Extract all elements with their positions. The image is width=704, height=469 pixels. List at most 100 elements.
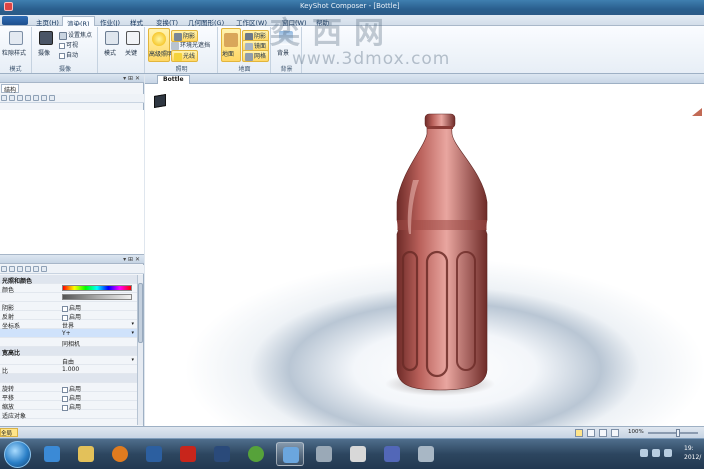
property-section: 宽高比 [0, 347, 137, 357]
property-value[interactable]: Y+ [62, 330, 71, 337]
start-button[interactable] [4, 441, 31, 468]
pin-icon[interactable]: ▾ ⊞ ✕ [123, 75, 140, 82]
property-row[interactable]: 平移 启用 [0, 392, 137, 402]
tab-home[interactable]: 主页(H) [32, 16, 63, 27]
tool-icon[interactable] [9, 95, 15, 101]
ambient-occlusion-toggle[interactable]: 环境光遮挡 [171, 40, 210, 50]
taskbar-chat[interactable] [242, 442, 270, 466]
chevron-down-icon[interactable]: ▾ [131, 321, 134, 327]
tool-icon[interactable] [1, 266, 7, 272]
property-row[interactable]: 颜色 [0, 284, 137, 294]
group-label: 地面 [238, 66, 251, 73]
taskbar-keyshot[interactable] [276, 442, 304, 466]
status-icon-grid[interactable] [599, 429, 607, 437]
auto-checkbox[interactable]: 自动 [59, 50, 78, 59]
tool-icon[interactable] [41, 266, 47, 272]
occlusion-icon [171, 41, 179, 50]
property-row[interactable] [0, 293, 137, 302]
chevron-down-icon[interactable]: ▾ [131, 330, 134, 336]
tab-geometry[interactable]: 几何图形(G) [184, 16, 228, 27]
tab-style[interactable]: 样式 [126, 16, 147, 27]
camera-button[interactable]: 摄像 [38, 48, 50, 57]
ie-icon [44, 446, 60, 462]
light-toggle[interactable]: 光线 [171, 50, 199, 62]
tab-structure[interactable]: 结构 [1, 84, 20, 94]
grid-label: 网格 [254, 53, 267, 60]
zoom-slider-thumb[interactable] [676, 429, 680, 437]
tool-icon[interactable] [33, 266, 39, 272]
property-row[interactable]: 同相机 [0, 338, 137, 348]
taskbar-pdf[interactable] [174, 442, 202, 466]
tab-transform[interactable]: 变换(T) [152, 16, 182, 27]
app-icon[interactable] [4, 2, 13, 11]
tray-icon[interactable] [652, 449, 660, 457]
tool-icon[interactable] [41, 95, 47, 101]
scene-tree[interactable] [0, 110, 144, 255]
taskbar-app3[interactable] [378, 442, 406, 466]
property-row[interactable]: 缩放 启用 [0, 401, 137, 411]
grid-toggle[interactable]: 网格 [242, 50, 270, 62]
taskbar-photoshop[interactable] [208, 442, 236, 466]
tool-icon[interactable] [9, 266, 15, 272]
property-section [0, 374, 137, 383]
property-row[interactable]: 自由 ▾ [0, 356, 137, 366]
display-style-button[interactable]: 粒隙样式 [2, 48, 26, 57]
tool-icon[interactable] [25, 95, 31, 101]
application-menu-button[interactable] [2, 16, 28, 25]
keyframe-button[interactable]: 关键 [125, 48, 137, 57]
tool-icon[interactable] [1, 95, 7, 101]
pin-icon[interactable]: ▾ ⊞ ✕ [123, 256, 140, 263]
tool-icon[interactable] [49, 95, 55, 101]
visible-checkbox[interactable]: 可视 [59, 40, 78, 49]
tool-icon[interactable] [33, 95, 39, 101]
property-row[interactable]: 适应对象 [0, 410, 137, 420]
property-key: 适应对象 [2, 413, 27, 420]
ribbon-group-ground: 地面 阴影 镜面 网格 地面 [219, 27, 271, 73]
property-row[interactable]: 反射 启用 [0, 311, 137, 321]
status-icon-select[interactable] [575, 429, 583, 437]
ground-shadow-label: 阴影 [254, 33, 267, 40]
left-panel: ▾ ⊞ ✕ 结构 ▾ ⊞ ✕ 光照和颜色 颜色阴影 启用 反射 启用 坐标系 世界 ▾ Y+ ▾ 同… [0, 74, 144, 426]
clock[interactable]: 19: 2012/ [684, 444, 701, 462]
taskbar-media[interactable] [106, 442, 134, 466]
tool-icon[interactable] [17, 266, 23, 272]
taskbar-app4[interactable] [412, 442, 440, 466]
status-icon-move[interactable] [587, 429, 595, 437]
zoom-slider[interactable] [648, 429, 698, 437]
property-section: 光照和颜色 [0, 275, 137, 285]
tab-job[interactable]: 作业(J) [96, 16, 124, 27]
taskbar: 19: 2012/ [0, 438, 704, 469]
3d-viewport[interactable] [145, 84, 704, 426]
tool-icon[interactable] [25, 266, 31, 272]
property-value[interactable]: 1.000 [62, 366, 79, 373]
property-row[interactable]: 旋转 启用 [0, 383, 137, 393]
property-row[interactable]: Y+ ▾ [0, 329, 137, 338]
scrollbar-thumb[interactable] [138, 283, 143, 343]
set-focus-button[interactable]: 设置焦点 [59, 30, 92, 40]
properties-scrollbar[interactable] [137, 275, 143, 425]
property-row[interactable]: 阴影 启用 [0, 302, 137, 312]
status-left-indicator[interactable]: 全局 [0, 428, 18, 437]
tray-icon[interactable] [640, 449, 648, 457]
tree-panel-header: ▾ ⊞ ✕ [0, 74, 144, 83]
tool-icon[interactable] [17, 95, 23, 101]
taskbar-explorer[interactable] [72, 442, 100, 466]
taskbar-app[interactable] [140, 442, 168, 466]
property-row[interactable]: 坐标系 世界 ▾ [0, 320, 137, 330]
bottle-render [385, 113, 495, 396]
bottle-neck-ring [427, 126, 453, 129]
gray-gradient-picker[interactable] [62, 294, 132, 300]
taskbar-tool[interactable] [310, 442, 338, 466]
status-icon-view[interactable] [611, 429, 619, 437]
chevron-down-icon[interactable]: ▾ [131, 357, 134, 363]
shadow-label: 阴影 [183, 33, 196, 40]
mode-button[interactable]: 模式 [104, 48, 116, 57]
property-row[interactable]: 比 1.000 [0, 365, 137, 375]
tab-render[interactable]: 渲染(R) [62, 16, 95, 28]
taskbar-app2[interactable] [344, 442, 372, 466]
document-tab-bottle[interactable]: Bottle [157, 75, 190, 84]
color-gradient-picker[interactable] [62, 285, 132, 291]
taskbar-ie[interactable] [38, 442, 66, 466]
tab-workspace[interactable]: 工作区(W) [232, 16, 271, 27]
volume-icon[interactable] [664, 449, 672, 457]
